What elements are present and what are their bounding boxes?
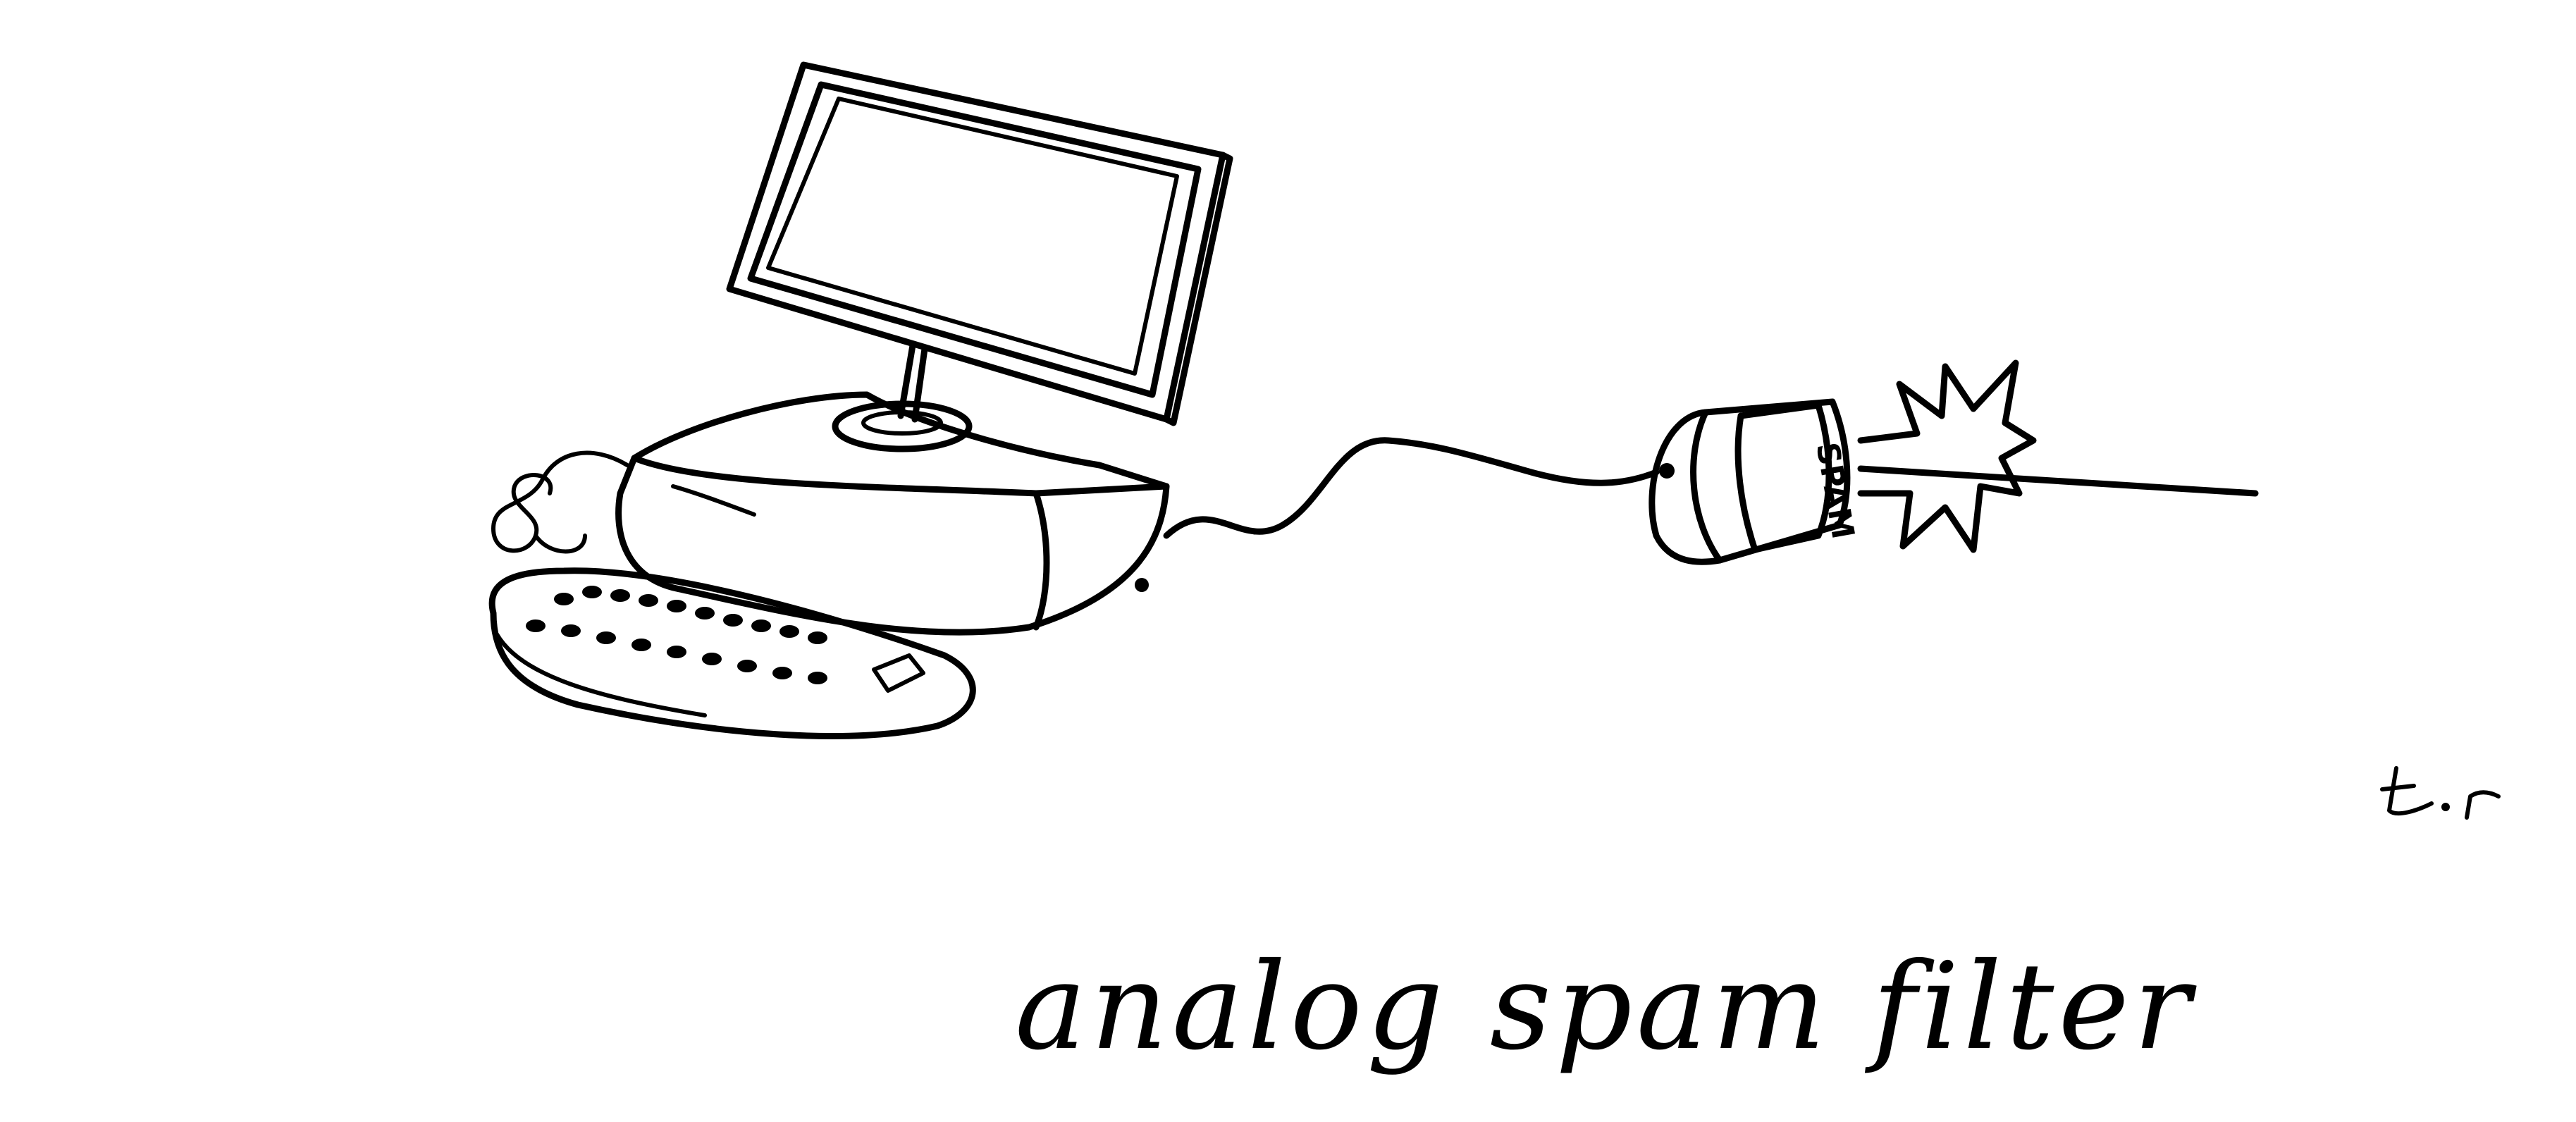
spam-can-icon: SPAM bbox=[1648, 398, 1861, 565]
computer-monitor-icon bbox=[726, 61, 1233, 452]
keyboard-icon bbox=[488, 567, 976, 739]
artist-signature bbox=[2380, 766, 2501, 820]
power-cable-icon bbox=[1163, 437, 1660, 539]
can-label: SPAM bbox=[1808, 440, 1861, 542]
explosion-icon bbox=[1857, 359, 2259, 553]
cartoon-caption: analog spam filter bbox=[1015, 937, 2195, 1077]
